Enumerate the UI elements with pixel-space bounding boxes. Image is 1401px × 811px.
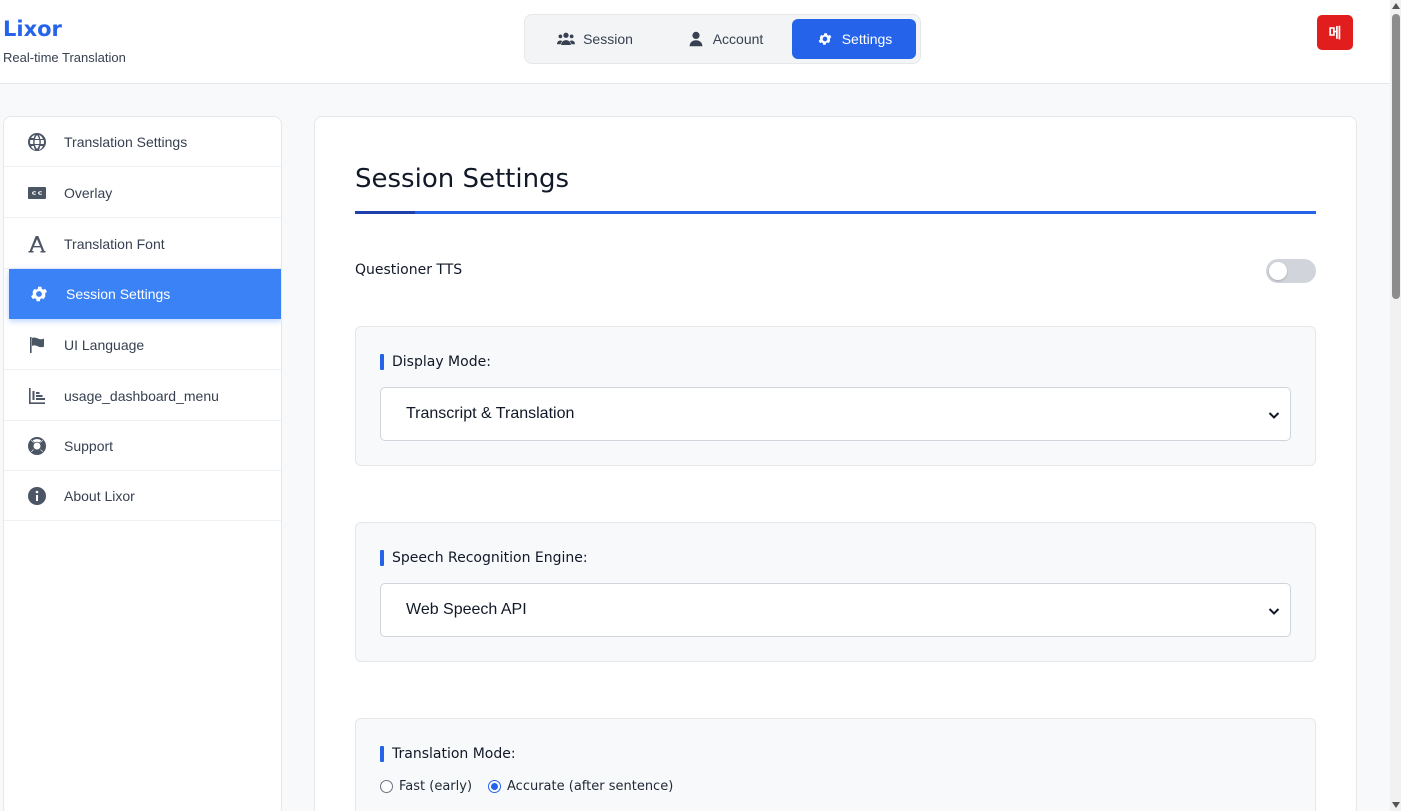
- brand-subtitle: Real-time Translation: [3, 50, 126, 65]
- bar-chart-icon: [27, 386, 47, 406]
- sidebar-item-label: Translation Settings: [64, 133, 188, 150]
- tab-settings-label: Settings: [841, 31, 893, 47]
- sidebar-item-support[interactable]: Support: [4, 421, 281, 471]
- sidebar-item-label: About Lixor: [64, 487, 135, 504]
- tab-account-label: Account: [712, 31, 764, 47]
- speech-engine-card: Speech Recognition Engine: Web Speech AP…: [355, 522, 1316, 662]
- user-icon: [689, 31, 703, 47]
- scroll-up-arrow-icon[interactable]: [1392, 3, 1400, 9]
- display-mode-label: Display Mode:: [380, 354, 491, 370]
- globe-icon: [27, 132, 47, 152]
- sidebar-item-label: Session Settings: [66, 286, 171, 302]
- radio-fast-label[interactable]: Fast (early): [399, 779, 472, 794]
- sidebar-item-session-settings[interactable]: Session Settings: [9, 269, 281, 319]
- display-mode-value: Transcript & Translation: [406, 405, 575, 422]
- sidebar-item-label: Support: [64, 437, 114, 454]
- scroll-thumb[interactable]: [1392, 14, 1400, 299]
- users-icon: [557, 32, 576, 45]
- sidebar-item-label: Translation Font: [64, 235, 165, 252]
- user-avatar[interactable]: 메: [1317, 15, 1353, 50]
- settings-panel: Session Settings Questioner TTS Display …: [314, 116, 1357, 811]
- sidebar-item-label: usage_dashboard_menu: [64, 387, 219, 404]
- speech-engine-select[interactable]: Web Speech API: [380, 583, 1291, 637]
- sidebar-item-label: Overlay: [64, 184, 113, 201]
- sidebar-item-translation-settings[interactable]: Translation Settings: [4, 117, 281, 167]
- sidebar-item-about[interactable]: About Lixor: [4, 471, 281, 521]
- speech-engine-value: Web Speech API: [406, 601, 527, 618]
- font-icon: [27, 234, 47, 254]
- settings-sidebar: Translation Settings Overlay Translation…: [3, 116, 282, 811]
- sidebar-item-label: UI Language: [64, 336, 145, 353]
- brand-name[interactable]: Lixor: [3, 17, 126, 41]
- gear-icon: [29, 284, 49, 304]
- sidebar-item-overlay[interactable]: Overlay: [4, 168, 281, 218]
- tab-settings[interactable]: Settings: [792, 19, 916, 59]
- questioner-tts-toggle[interactable]: [1266, 259, 1316, 283]
- tab-account[interactable]: Account: [665, 19, 785, 59]
- translation-mode-card: Translation Mode: Fast (early) Accurate …: [355, 718, 1316, 811]
- display-mode-card: Display Mode: Transcript & Translation: [355, 326, 1316, 466]
- life-ring-icon: [27, 436, 47, 456]
- closed-caption-icon: [27, 183, 47, 203]
- radio-accurate-label[interactable]: Accurate (after sentence): [507, 779, 673, 794]
- radio-accurate[interactable]: [488, 780, 502, 793]
- radio-fast[interactable]: [380, 780, 393, 793]
- translation-mode-label: Translation Mode:: [380, 746, 516, 762]
- flag-icon: [27, 335, 47, 355]
- sidebar-item-translation-font[interactable]: Translation Font: [4, 219, 281, 269]
- gear-icon: [818, 33, 832, 45]
- tab-session[interactable]: Session: [535, 19, 655, 59]
- page-scrollbar[interactable]: [1390, 0, 1401, 811]
- brand: Lixor Real-time Translation: [3, 17, 126, 65]
- sidebar-item-usage-dashboard[interactable]: usage_dashboard_menu: [4, 371, 281, 421]
- page-title: Session Settings: [355, 164, 570, 194]
- main-tabs: Session Account Settings: [524, 14, 921, 64]
- info-icon: [27, 486, 47, 506]
- top-header: Lixor Real-time Translation Session Acco…: [0, 0, 1390, 84]
- chevron-down-icon: [1268, 412, 1280, 419]
- questioner-tts-label: Questioner TTS: [355, 262, 463, 278]
- speech-engine-label: Speech Recognition Engine:: [380, 550, 588, 566]
- toggle-knob: [1269, 262, 1287, 280]
- scroll-down-arrow-icon[interactable]: [1392, 802, 1400, 808]
- chevron-down-icon: [1268, 608, 1280, 615]
- translation-mode-options: Fast (early) Accurate (after sentence): [380, 779, 689, 794]
- display-mode-select[interactable]: Transcript & Translation: [380, 387, 1291, 441]
- tab-session-label: Session: [583, 31, 633, 47]
- title-divider: [355, 211, 1316, 214]
- sidebar-item-ui-language[interactable]: UI Language: [4, 320, 281, 370]
